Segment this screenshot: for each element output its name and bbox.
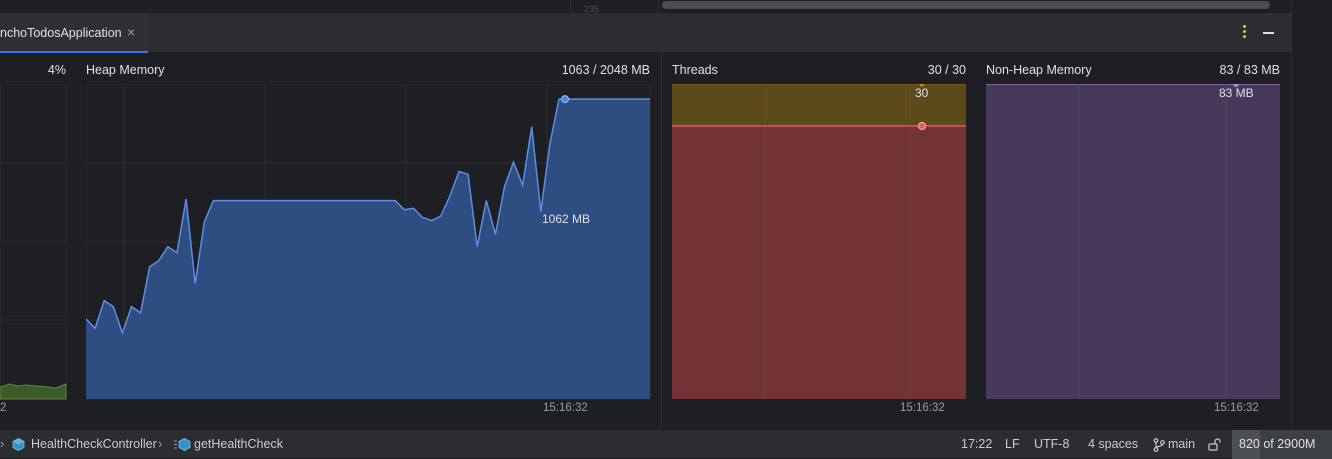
minimize-icon[interactable] [1263,24,1277,42]
threads-live-area [672,126,966,399]
heap-current-point [561,95,569,104]
cpu-chart [0,84,67,400]
breadcrumb-separator-icon: › [0,437,5,451]
non-heap-chart-value: 83 / 83 MB [1219,63,1280,77]
run-tab-label[interactable]: nchoTodosApplication [0,26,122,40]
memory-indicator-label: 820 of 2900M [1239,437,1316,451]
threads-chart-value: 30 / 30 [927,63,966,77]
more-options-icon[interactable] [1238,24,1250,42]
breadcrumb-item-class[interactable]: HealthCheckController [31,437,157,451]
non-heap-point-label: 83 MB [1219,86,1254,100]
non-heap-chart-title: Non-Heap Memory [986,63,1092,77]
class-icon [12,438,25,451]
memory-indicator[interactable]: 820 of 2900M [1232,430,1332,459]
panel-divider [661,53,662,429]
editor-divider [658,0,659,12]
git-branch[interactable]: main [1168,437,1195,451]
heap-time-label: 15:16:32 [543,402,588,414]
git-branch-icon [1153,438,1165,452]
right-gutter [1291,0,1332,428]
chevron-right-icon: › [158,437,163,451]
run-tool-window-header [0,12,1291,53]
threads-chart [672,84,966,399]
threads-live-point [918,122,926,130]
threads-time-label: 15:16:32 [900,402,945,414]
heap-chart-title: Heap Memory [86,63,165,77]
caret-position[interactable]: 17:22 [961,437,992,451]
close-icon[interactable]: × [127,24,135,40]
cpu-time-label: 2 [0,402,7,414]
threads-chart-title: Threads [672,63,718,77]
cpu-usage-value: 4% [47,63,66,77]
heap-chart-value: 1063 / 2048 MB [561,63,650,77]
non-heap-area [986,84,1280,399]
horizontal-scrollbar[interactable] [662,1,1270,9]
non-heap-chart [986,84,1280,399]
indent-setting[interactable]: 4 spaces [1088,437,1138,451]
breadcrumb-item-method[interactable]: getHealthCheck [194,437,283,451]
gutter-divider [570,0,571,12]
heap-point-label: 1062 MB [542,212,591,226]
unlock-icon[interactable] [1208,438,1221,451]
line-endings[interactable]: LF [1005,437,1020,451]
non-heap-time-label: 15:16:32 [1214,402,1259,414]
status-bar: › HealthCheckController › getHealthCheck… [0,429,1332,459]
method-icon [174,438,191,451]
file-encoding[interactable]: UTF-8 [1034,437,1069,451]
heap-chart [86,84,651,400]
threads-point-label: 30 [915,86,929,100]
